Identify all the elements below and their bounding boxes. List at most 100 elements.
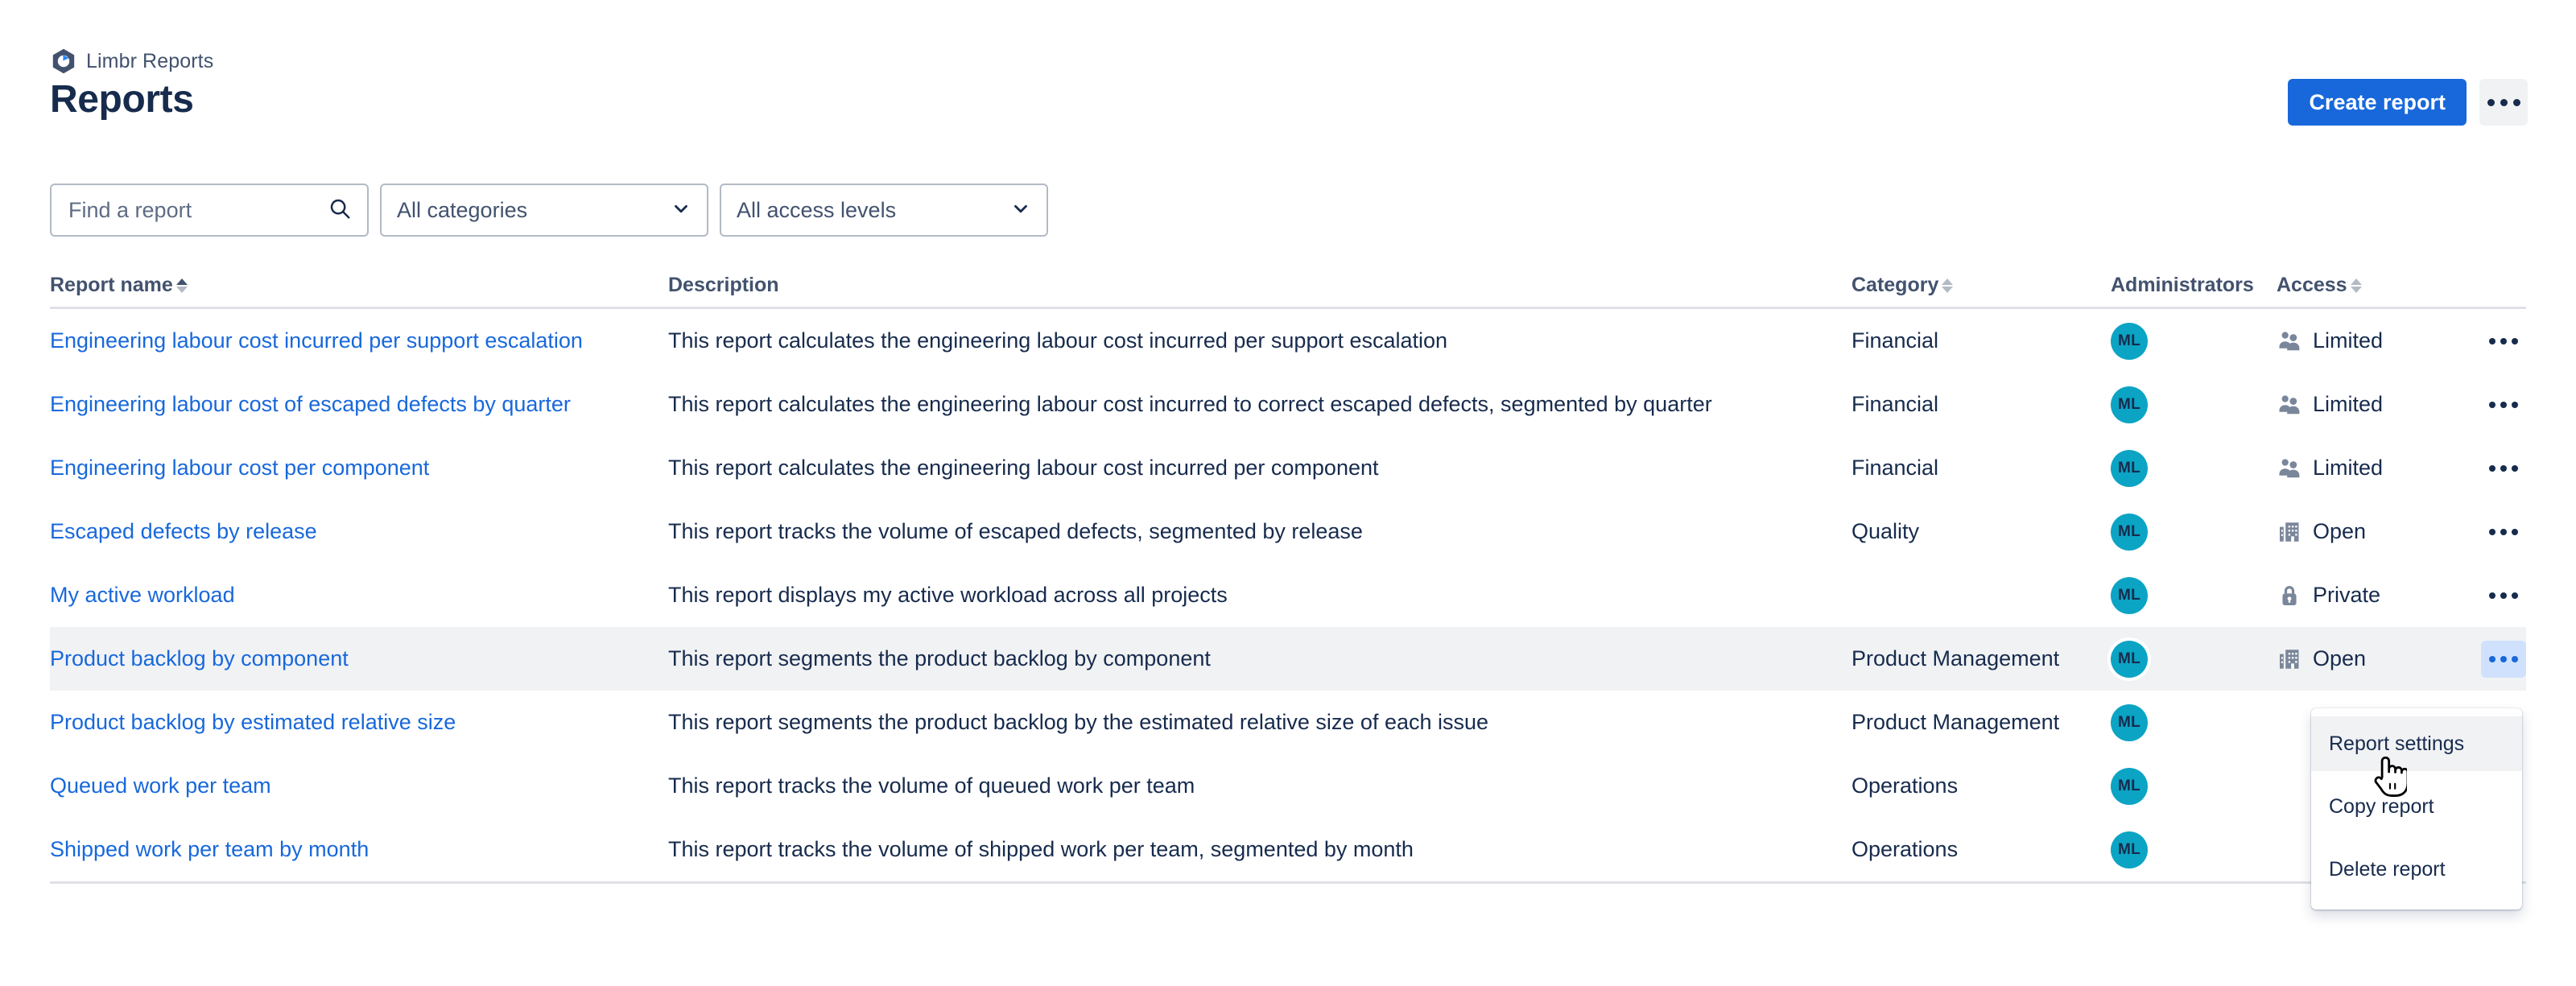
brand[interactable]: Limbr Reports bbox=[52, 48, 213, 74]
report-name-cell: Product backlog by component bbox=[50, 646, 668, 671]
report-administrators-cell: ML bbox=[2111, 703, 2277, 741]
more-horizontal-icon bbox=[2500, 655, 2507, 662]
search-input[interactable] bbox=[67, 196, 328, 224]
more-horizontal-icon bbox=[2512, 98, 2520, 106]
table-row[interactable]: Product backlog by component This report … bbox=[50, 627, 2526, 691]
brand-name: Limbr Reports bbox=[86, 49, 214, 72]
report-administrators-cell: ML bbox=[2111, 513, 2277, 551]
access-label: Private bbox=[2313, 583, 2381, 607]
more-horizontal-icon bbox=[2500, 98, 2508, 106]
sort-indicator-icon bbox=[2350, 278, 2362, 293]
table-row[interactable]: Product backlog by estimated relative si… bbox=[50, 691, 2526, 754]
column-header-report-name[interactable]: Report name bbox=[50, 274, 668, 297]
report-category-cell: Financial bbox=[1852, 328, 1939, 353]
category-select[interactable]: All categories bbox=[380, 184, 708, 237]
row-more-actions-button[interactable] bbox=[2481, 323, 2526, 360]
report-name-link[interactable]: Engineering labour cost of escaped defec… bbox=[50, 392, 571, 416]
header-actions: Create report bbox=[2288, 79, 2528, 126]
row-context-menu: Report settings Copy report Delete report bbox=[2311, 708, 2522, 910]
report-name-link[interactable]: Queued work per team bbox=[50, 774, 271, 798]
row-more-actions-button[interactable] bbox=[2481, 640, 2526, 678]
report-actions-cell bbox=[2450, 514, 2526, 551]
report-category-cell: Product Management bbox=[1852, 710, 2060, 734]
row-more-actions-button[interactable] bbox=[2481, 386, 2526, 423]
search-field[interactable] bbox=[50, 184, 369, 237]
report-name-link[interactable]: Escaped defects by release bbox=[50, 519, 317, 543]
row-more-actions-button[interactable] bbox=[2481, 514, 2526, 551]
report-description-cell: This report tracks the volume of shipped… bbox=[668, 837, 1414, 861]
avatar[interactable]: ML bbox=[2111, 513, 2148, 551]
page-more-actions-button[interactable] bbox=[2479, 79, 2528, 126]
more-horizontal-icon bbox=[2512, 592, 2518, 599]
avatar[interactable]: ML bbox=[2111, 703, 2148, 741]
table-row[interactable]: Escaped defects by release This report tr… bbox=[50, 500, 2526, 563]
more-horizontal-icon bbox=[2512, 401, 2518, 408]
more-horizontal-icon bbox=[2489, 337, 2496, 344]
report-description-cell: This report calculates the engineering l… bbox=[668, 392, 1712, 416]
search-icon[interactable] bbox=[328, 196, 352, 225]
more-horizontal-icon bbox=[2489, 401, 2496, 408]
report-actions-cell bbox=[2450, 386, 2526, 423]
report-category-cell: Product Management bbox=[1852, 646, 2060, 670]
column-header-label: Administrators bbox=[2111, 274, 2254, 296]
report-name-link[interactable]: Shipped work per team by month bbox=[50, 837, 369, 861]
column-header-label: Description bbox=[668, 274, 779, 296]
context-menu-item[interactable]: Copy report bbox=[2311, 779, 2522, 834]
report-access-cell: Limited bbox=[2277, 392, 2450, 418]
avatar[interactable]: ML bbox=[2111, 449, 2148, 487]
report-name-cell: Product backlog by estimated relative si… bbox=[50, 710, 668, 735]
report-description-cell: This report segments the product backlog… bbox=[668, 646, 1211, 670]
access-level-select[interactable]: All access levels bbox=[720, 184, 1048, 237]
table-row[interactable]: Engineering labour cost incurred per sup… bbox=[50, 309, 2526, 373]
create-report-button[interactable]: Create report bbox=[2288, 79, 2467, 126]
context-menu-item[interactable]: Delete report bbox=[2311, 842, 2522, 897]
avatar[interactable]: ML bbox=[2111, 767, 2148, 805]
avatar[interactable]: ML bbox=[2111, 386, 2148, 423]
report-name-link[interactable]: Engineering labour cost per component bbox=[50, 456, 429, 480]
report-administrators-cell: ML bbox=[2111, 386, 2277, 423]
more-horizontal-icon bbox=[2500, 464, 2507, 472]
report-description-cell: This report tracks the volume of queued … bbox=[668, 774, 1195, 798]
table-row[interactable]: My active workload This report displays m… bbox=[50, 563, 2526, 627]
report-description-cell: This report displays my active workload … bbox=[668, 583, 1228, 607]
page-title: Reports bbox=[50, 78, 194, 121]
row-more-actions-button[interactable] bbox=[2481, 577, 2526, 614]
more-horizontal-icon bbox=[2489, 655, 2496, 662]
column-header-access[interactable]: Access bbox=[2277, 274, 2450, 297]
report-name-link[interactable]: My active workload bbox=[50, 583, 235, 607]
context-menu-item[interactable]: Report settings bbox=[2311, 716, 2522, 771]
report-category-cell: Operations bbox=[1852, 837, 1959, 861]
table-row[interactable]: Engineering labour cost of escaped defec… bbox=[50, 373, 2526, 436]
table-row[interactable]: Shipped work per team by month This repor… bbox=[50, 818, 2526, 881]
table-row[interactable]: Engineering labour cost per component Thi… bbox=[50, 436, 2526, 500]
building-icon bbox=[2277, 519, 2302, 545]
menu-spacer bbox=[2311, 771, 2522, 779]
avatar[interactable]: ML bbox=[2111, 576, 2148, 614]
avatar[interactable]: ML bbox=[2111, 831, 2148, 868]
more-horizontal-icon bbox=[2489, 464, 2496, 472]
report-access-cell: Limited bbox=[2277, 328, 2450, 354]
report-name-link[interactable]: Engineering labour cost incurred per sup… bbox=[50, 328, 583, 353]
report-name-link[interactable]: Product backlog by estimated relative si… bbox=[50, 710, 456, 734]
more-horizontal-icon bbox=[2500, 401, 2507, 408]
report-access-cell: Open bbox=[2277, 646, 2450, 672]
report-administrators-cell: ML bbox=[2111, 831, 2277, 868]
more-horizontal-icon bbox=[2512, 464, 2518, 472]
report-administrators-cell: ML bbox=[2111, 449, 2277, 487]
report-access-cell: Limited bbox=[2277, 456, 2450, 481]
people-icon bbox=[2277, 392, 2302, 418]
report-name-link[interactable]: Product backlog by component bbox=[50, 646, 349, 670]
report-administrators-cell: ML bbox=[2111, 767, 2277, 805]
report-actions-cell bbox=[2450, 577, 2526, 614]
table-row[interactable]: Queued work per team This report tracks t… bbox=[50, 754, 2526, 818]
avatar[interactable]: ML bbox=[2111, 322, 2148, 360]
filter-bar: All categories All access levels bbox=[50, 184, 1048, 237]
row-more-actions-button[interactable] bbox=[2481, 450, 2526, 487]
report-access-cell: Private bbox=[2277, 583, 2450, 609]
column-header-category[interactable]: Category bbox=[1852, 274, 2111, 297]
building-icon bbox=[2277, 646, 2302, 672]
more-horizontal-icon bbox=[2500, 337, 2507, 344]
avatar[interactable]: ML bbox=[2111, 640, 2148, 678]
report-name-cell: Engineering labour cost incurred per sup… bbox=[50, 328, 668, 353]
report-category-cell: Quality bbox=[1852, 519, 1920, 543]
